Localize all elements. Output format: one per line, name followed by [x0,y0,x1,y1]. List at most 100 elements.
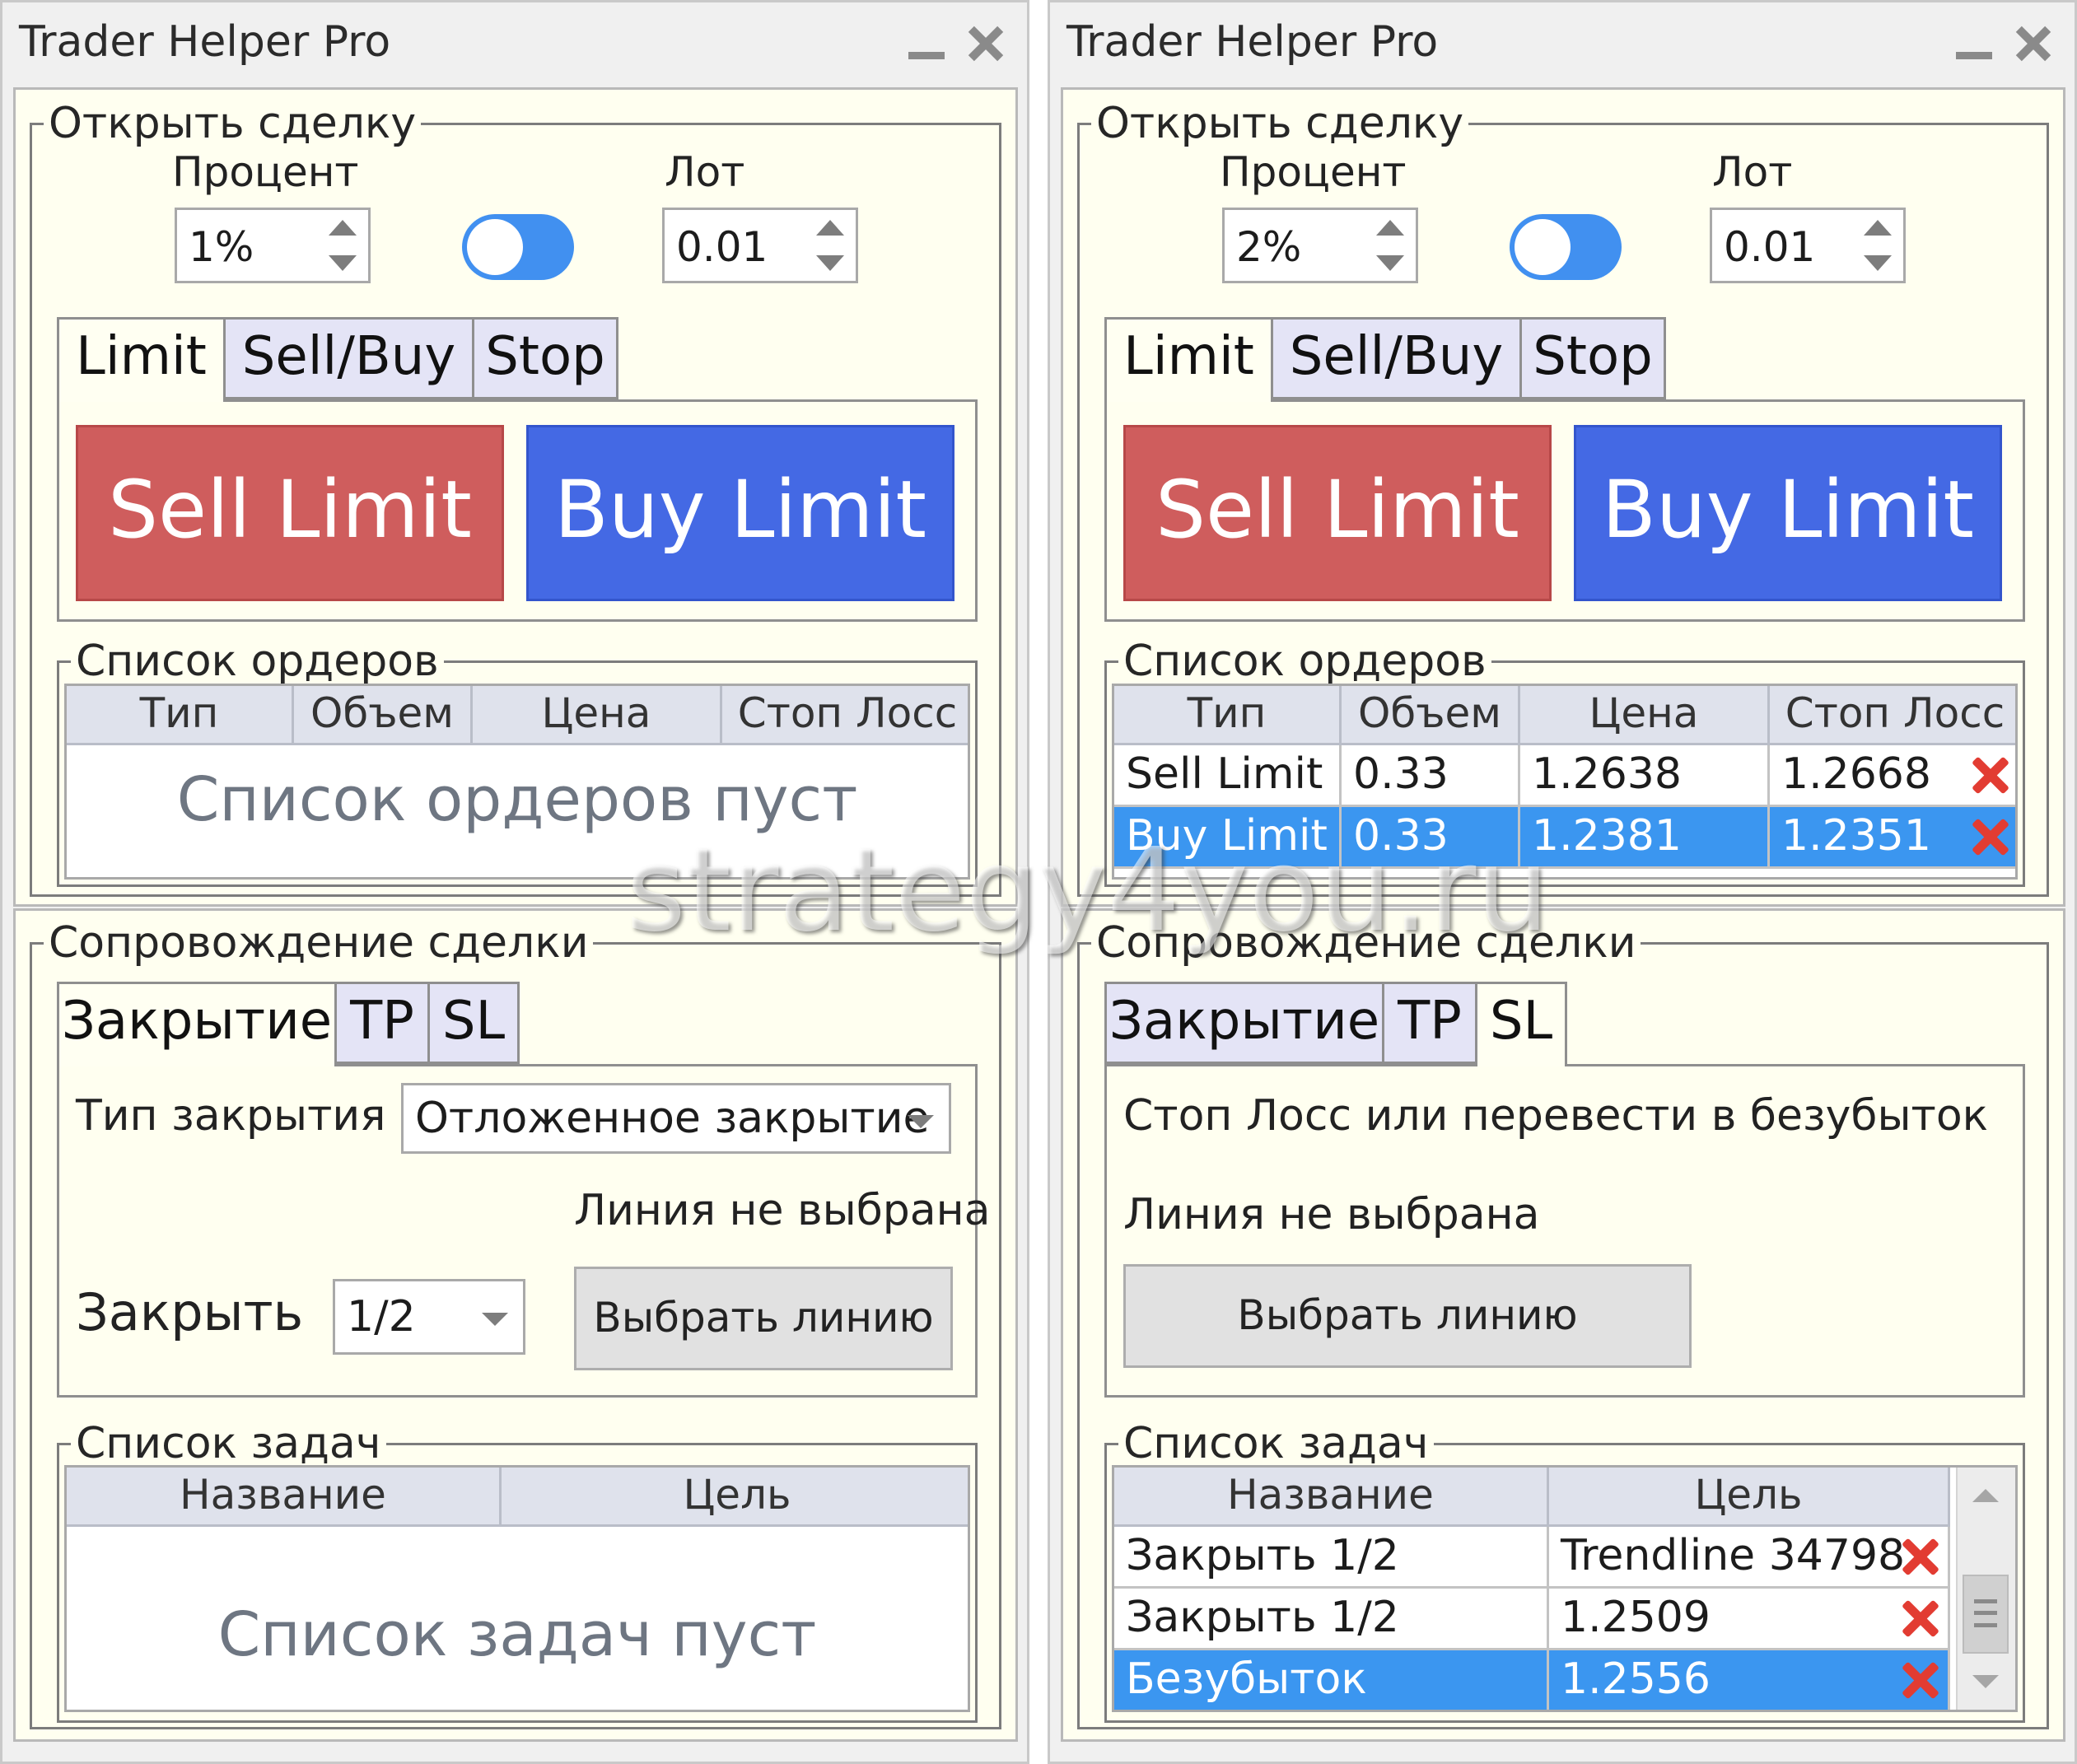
delete-icon[interactable] [1901,1660,1940,1700]
open-trade-panel: Открыть сделку Процент 1% Лот 0.01 Limit… [13,87,1018,907]
column-header-type[interactable]: Тип [1114,686,1342,745]
lot-value: 0.01 [676,223,768,271]
select-line-button[interactable]: Выбрать линию [574,1267,953,1370]
table-row[interactable]: Buy Limit 0.33 1.2381 1.2351 [1114,807,2015,869]
column-header-volume[interactable]: Объем [294,686,473,745]
line-status-text: Линия не выбрана [574,1186,991,1235]
tab-sl[interactable]: SL [1475,982,1567,1066]
tab-limit[interactable]: Limit [57,317,226,402]
column-header-stop-loss[interactable]: Стоп Лосс [722,686,968,745]
sl-tab-panel: Стоп Лосс или перевести в безубыток Лини… [1104,1064,2025,1398]
close-volume-dropdown[interactable]: 1/2 [333,1279,525,1355]
table-row[interactable]: Закрыть 1/2 1.2509 [1114,1589,1950,1650]
sl-description-text: Стоп Лосс или перевести в безубыток [1123,1091,1989,1141]
buy-limit-button[interactable]: Buy Limit [1574,425,2002,601]
limit-tab-panel: Sell Limit Buy Limit [57,399,978,622]
tasks-group: Список задач Название Цель Список задач … [57,1421,978,1723]
open-trade-group: Открыть сделку Процент 2% Лот 0.01 Limit… [1077,100,2049,897]
task-name-cell: Безубыток [1114,1650,1549,1710]
orders-empty-message: Список ордеров пуст [176,764,858,835]
column-header-volume[interactable]: Объем [1342,686,1520,745]
close-icon[interactable] [2010,19,2060,68]
tab-sl[interactable]: SL [427,982,520,1064]
orders-table: Тип Объем Цена Стоп Лосс Список ордеров … [64,684,970,880]
column-header-price[interactable]: Цена [473,686,722,745]
column-header-target[interactable]: Цель [1549,1468,1950,1527]
column-header-target[interactable]: Цель [502,1468,968,1527]
delete-icon[interactable] [1971,755,2010,795]
column-header-stop-loss[interactable]: Стоп Лосс [1770,686,2015,745]
close-type-value: Отложенное закрытие [415,1094,930,1143]
scroll-up-icon[interactable] [1972,1489,1999,1502]
manage-trade-group: Сопровождение сделки Закрытие TP SL Стоп… [1077,920,2049,1729]
select-line-button[interactable]: Выбрать линию [1123,1264,1692,1368]
buy-limit-button[interactable]: Buy Limit [526,425,954,601]
sell-limit-button[interactable]: Sell Limit [76,425,504,601]
spin-up-icon[interactable] [329,220,357,236]
spin-up-icon[interactable] [816,220,844,236]
open-trade-legend: Открыть сделку [1091,100,1469,147]
column-header-type[interactable]: Тип [67,686,294,745]
task-target-cell: 1.2556 [1549,1650,1950,1710]
percent-value: 1% [189,223,254,271]
scroll-thumb[interactable] [1963,1575,2009,1654]
percent-lot-toggle[interactable] [462,214,574,280]
spin-down-icon[interactable] [1864,255,1892,271]
tab-tp[interactable]: TP [1382,982,1477,1064]
column-header-name[interactable]: Название [1114,1468,1549,1527]
column-header-price[interactable]: Цена [1520,686,1770,745]
spin-down-icon[interactable] [1376,255,1404,271]
title-bar[interactable]: Trader Helper Pro [2,2,1027,85]
close-icon[interactable] [963,19,1012,68]
order-type-cell: Sell Limit [1114,745,1342,807]
orders-group: Список ордеров Тип Объем Цена Стоп Лосс … [1104,638,2025,887]
tab-stop[interactable]: Stop [472,317,618,399]
sell-limit-button[interactable]: Sell Limit [1123,425,1552,601]
window-title: Trader Helper Pro [1067,17,1439,67]
table-row[interactable]: Sell Limit 0.33 1.2638 1.2668 [1114,745,2015,807]
spin-up-icon[interactable] [1376,220,1404,236]
line-status-text: Линия не выбрана [1123,1190,1540,1239]
close-tab-panel: Тип закрытия Отложенное закрытие Линия н… [57,1064,991,1398]
delete-icon[interactable] [1971,817,2010,856]
lot-value: 0.01 [1724,223,1816,271]
tasks-empty-message: Список задач пуст [217,1599,817,1670]
tasks-legend: Список задач [71,1421,386,1467]
percent-spinner[interactable]: 1% [175,208,371,283]
title-bar[interactable]: Trader Helper Pro [1050,2,2075,85]
tab-close[interactable]: Закрытие [57,982,337,1066]
tab-close[interactable]: Закрытие [1104,982,1384,1064]
manage-trade-legend: Сопровождение сделки [44,920,594,966]
order-volume-cell: 0.33 [1342,807,1520,869]
tasks-table: Название Цель Список задач пуст [64,1465,970,1712]
orders-legend: Список ордеров [1118,638,1491,684]
delete-icon[interactable] [1901,1598,1940,1638]
order-price-cell: 1.2381 [1520,807,1770,869]
percent-label: Процент [1220,148,1407,196]
close-type-dropdown[interactable]: Отложенное закрытие [401,1083,951,1154]
orders-table: Тип Объем Цена Стоп Лосс Sell Limit 0.33… [1112,684,2018,880]
lot-spinner[interactable]: 0.01 [1710,208,1906,283]
table-row[interactable]: Закрыть 1/2 Trendline 34798 [1114,1527,1950,1589]
lot-label: Лот [1712,148,1793,196]
tasks-table: Название Цель Закрыть 1/2 Trendline 3479… [1112,1465,2018,1712]
spin-down-icon[interactable] [329,255,357,271]
task-target-cell: 1.2509 [1549,1589,1950,1650]
tab-limit[interactable]: Limit [1104,317,1273,402]
table-row[interactable]: Безубыток 1.2556 [1114,1650,1950,1710]
tab-sell-buy[interactable]: Sell/Buy [1271,317,1522,399]
tasks-scrollbar[interactable] [1956,1468,2015,1710]
column-header-name[interactable]: Название [67,1468,502,1527]
scroll-down-icon[interactable] [1972,1675,1999,1688]
minimize-icon[interactable] [1949,19,1999,68]
tab-stop[interactable]: Stop [1519,317,1666,399]
tab-tp[interactable]: TP [334,982,430,1064]
spin-down-icon[interactable] [816,255,844,271]
lot-spinner[interactable]: 0.01 [662,208,858,283]
percent-lot-toggle[interactable] [1510,214,1622,280]
minimize-icon[interactable] [902,19,951,68]
percent-spinner[interactable]: 2% [1222,208,1418,283]
tab-sell-buy[interactable]: Sell/Buy [223,317,474,399]
delete-icon[interactable] [1901,1537,1940,1576]
spin-up-icon[interactable] [1864,220,1892,236]
